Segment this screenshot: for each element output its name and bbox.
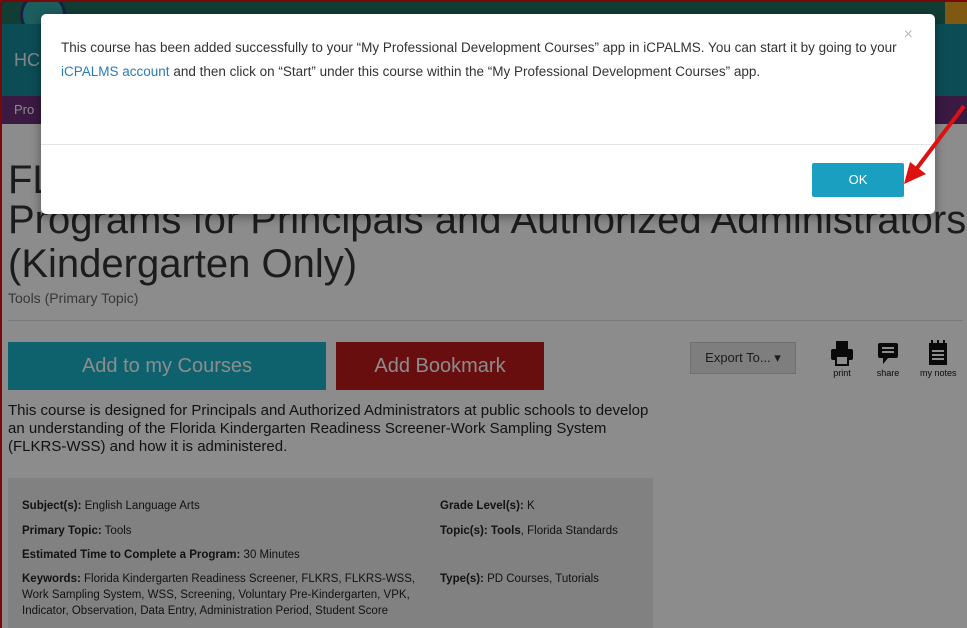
annotation-arrow-icon xyxy=(904,104,966,184)
dialog-message: This course has been added successfully … xyxy=(61,36,901,84)
success-dialog: × This course has been added successfull… xyxy=(41,14,935,214)
ok-button[interactable]: OK xyxy=(812,163,904,197)
dialog-message-start: This course has been added successfully … xyxy=(61,40,897,55)
dialog-message-end: and then click on “Start” under this cou… xyxy=(169,64,761,79)
icpalms-account-link[interactable]: iCPALMS account xyxy=(61,64,170,79)
dialog-divider xyxy=(41,144,935,145)
close-icon[interactable]: × xyxy=(904,26,913,44)
